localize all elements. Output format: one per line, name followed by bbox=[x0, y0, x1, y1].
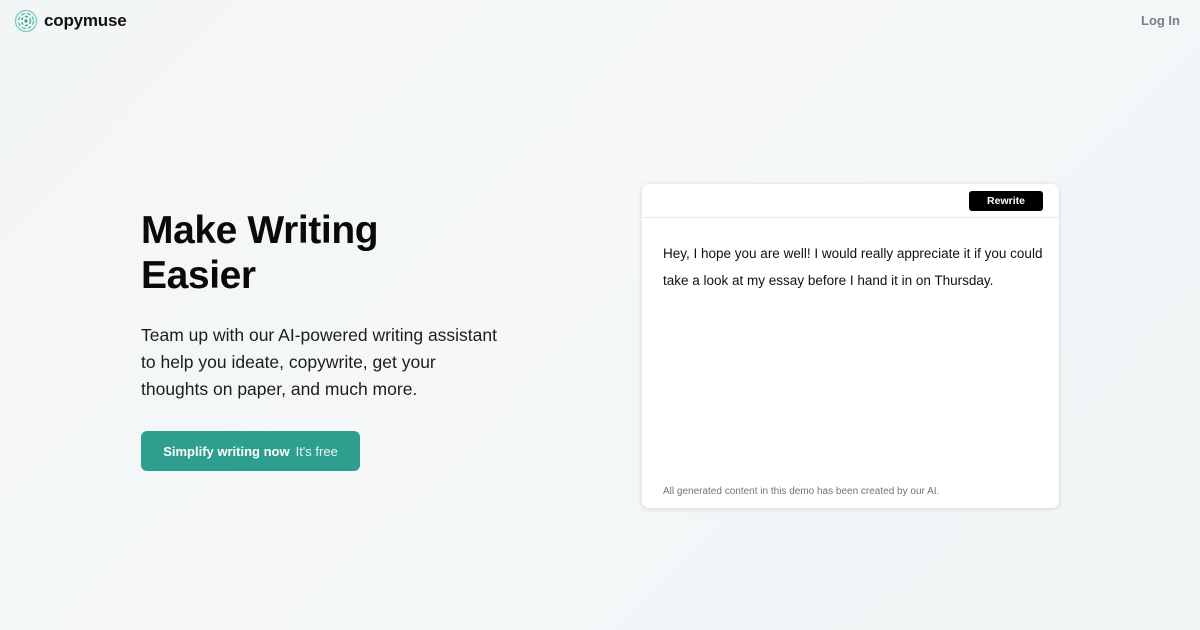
demo-text[interactable]: Hey, I hope you are well! I would really… bbox=[663, 241, 1043, 294]
brand-name: copymuse bbox=[44, 11, 127, 30]
site-header: copymuse Log In bbox=[0, 0, 1200, 42]
simplify-writing-button[interactable]: Simplify writing now It's free bbox=[141, 431, 360, 471]
rewrite-button[interactable]: Rewrite bbox=[969, 191, 1043, 211]
hero-title-line2: Easier bbox=[141, 254, 256, 297]
brand-logo[interactable]: copymuse bbox=[14, 9, 127, 33]
login-link[interactable]: Log In bbox=[1141, 13, 1180, 28]
hero-subtitle: Team up with our AI-powered writing assi… bbox=[141, 325, 497, 399]
demo-footnote: All generated content in this demo has b… bbox=[663, 486, 940, 497]
hero-title: Make Writing Easier bbox=[141, 208, 521, 298]
copymuse-logo-icon bbox=[14, 9, 38, 33]
demo-card-toolbar: Rewrite bbox=[642, 184, 1059, 218]
hero-section: Make Writing Easier Team up with our AI-… bbox=[141, 208, 521, 403]
demo-card: Rewrite Hey, I hope you are well! I woul… bbox=[642, 184, 1059, 508]
cta-main-label: Simplify writing now bbox=[163, 443, 290, 459]
hero-title-line1: Make Writing bbox=[141, 209, 379, 252]
cta-sub-label: It's free bbox=[295, 443, 338, 459]
